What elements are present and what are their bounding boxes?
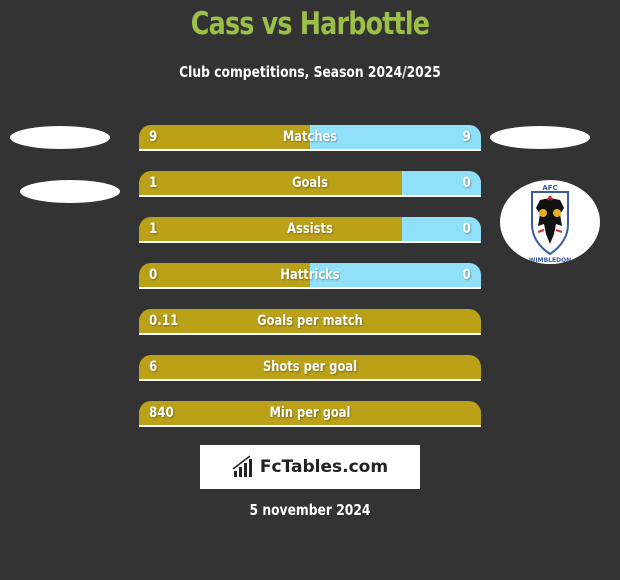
page-title: Cass vs Harbottle (190, 6, 430, 42)
fctables-brand[interactable]: FcTables.com (200, 445, 420, 489)
stat-row-min-per-goal: 840 Min per goal (139, 401, 481, 427)
right-value: 0 (462, 267, 471, 283)
right-value: 0 (462, 175, 471, 191)
logo-top-text: AFC (542, 184, 557, 192)
right-player-badge-placeholder (490, 126, 590, 149)
logo-bottom-text: WIMBLEDON (529, 257, 571, 264)
stat-label: Goals (292, 175, 328, 191)
right-value: 9 (462, 129, 471, 145)
right-team-logo: AFC WIMBLEDON (500, 180, 600, 264)
stat-row-shots-per-goal: 6 Shots per goal (139, 355, 481, 381)
stat-label: Min per goal (269, 405, 351, 421)
stat-label: Hattricks (280, 267, 340, 283)
left-player-badge-placeholder (10, 126, 110, 149)
left-team-badge-placeholder (20, 180, 120, 203)
left-value: 1 (149, 175, 158, 191)
left-value: 0 (149, 267, 158, 283)
left-value: 6 (149, 359, 158, 375)
right-value: 0 (462, 221, 471, 237)
stat-label: Matches (282, 129, 338, 145)
page-subtitle: Club competitions, Season 2024/2025 (179, 63, 441, 81)
stat-row-assists: 1 Assists 0 (139, 217, 481, 243)
stat-label: Assists (287, 221, 333, 237)
left-value: 9 (149, 129, 158, 145)
brand-name: FcTables.com (259, 457, 389, 477)
stat-row-goals: 1 Goals 0 (139, 171, 481, 197)
stat-label: Shots per goal (262, 359, 358, 375)
afc-wimbledon-crest-icon: AFC WIMBLEDON (529, 184, 571, 264)
date-label: 5 november 2024 (249, 501, 371, 519)
bar-chart-icon (232, 455, 252, 477)
stat-row-matches: 9 Matches 9 (139, 125, 481, 151)
stat-row-hattricks: 0 Hattricks 0 (139, 263, 481, 289)
stat-row-goals-per-match: 0.11 Goals per match (139, 309, 481, 335)
left-value: 1 (149, 221, 158, 237)
stat-label: Goals per match (257, 313, 363, 329)
